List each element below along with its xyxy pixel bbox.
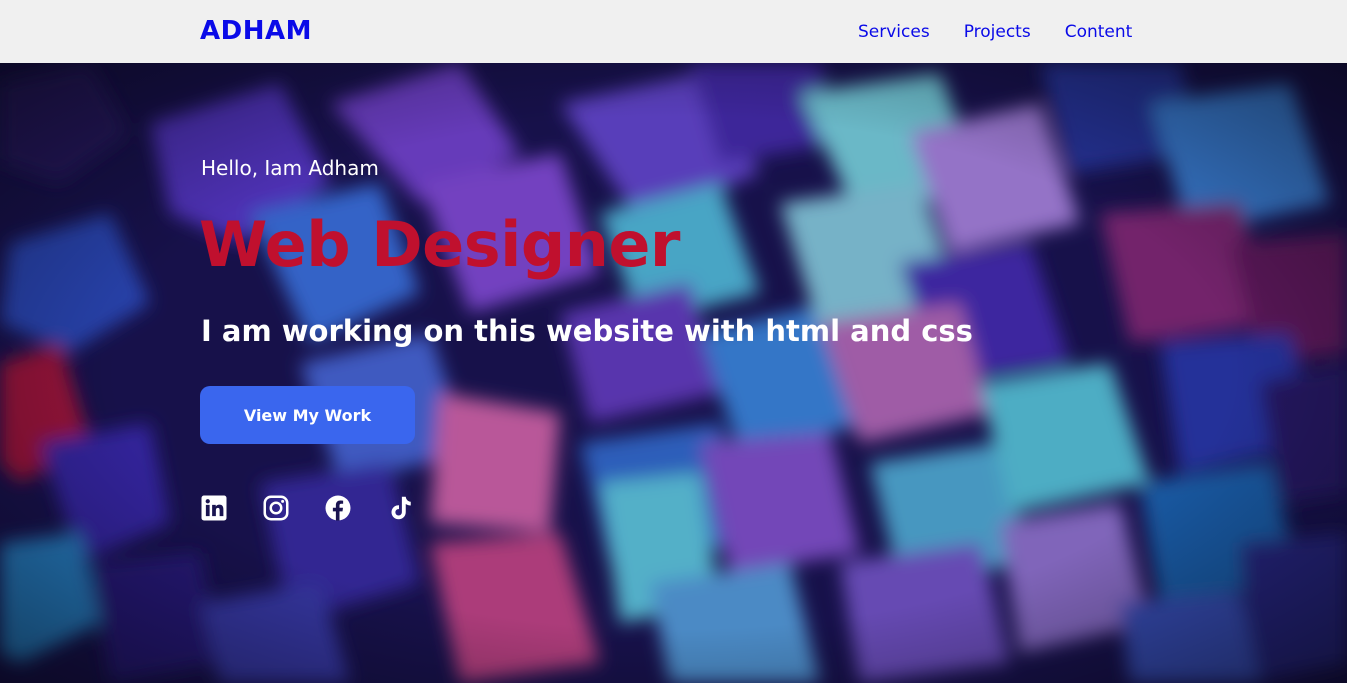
nav-link-content[interactable]: Content [1065, 21, 1133, 43]
social-links [199, 493, 415, 523]
linkedin-icon[interactable] [199, 493, 229, 523]
nav-link-projects[interactable]: Projects [964, 21, 1031, 43]
site-logo[interactable]: ADHAM [200, 16, 312, 46]
hero-role-title: Web Designer [199, 208, 681, 281]
navbar: ADHAM Services Projects Content [0, 0, 1347, 63]
hero-section: Hello, Iam Adham Web Designer I am worki… [0, 63, 1347, 683]
view-my-work-button[interactable]: View My Work [200, 386, 415, 444]
instagram-icon[interactable] [261, 493, 291, 523]
hero-tagline: I am working on this website with html a… [201, 314, 973, 348]
nav-links: Services Projects Content [858, 21, 1132, 43]
tiktok-icon[interactable] [385, 493, 415, 523]
nav-link-services[interactable]: Services [858, 21, 930, 43]
facebook-icon[interactable] [323, 493, 353, 523]
hero-greeting: Hello, Iam Adham [201, 156, 379, 180]
